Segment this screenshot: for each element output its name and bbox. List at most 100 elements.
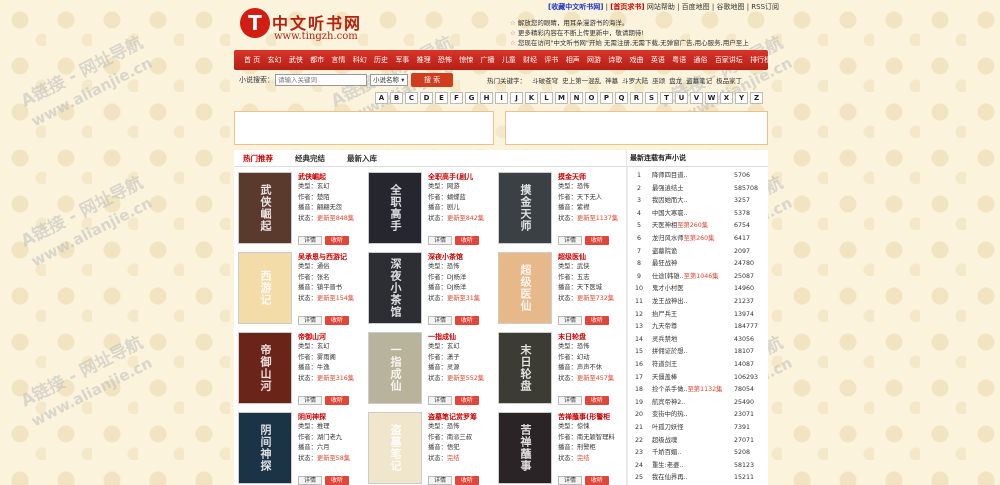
book-title-link[interactable]: 全职高手(剧儿 (428, 172, 496, 182)
rank-title-link[interactable]: 抬尸兵王 (652, 308, 732, 321)
listen-button[interactable]: 收听 (455, 396, 479, 405)
tab-classic[interactable]: 经典完结 (295, 153, 325, 164)
nav-item[interactable]: 评书 (544, 55, 558, 65)
book-title-link[interactable]: 盗墓笔记赏罗筹 (428, 412, 496, 422)
alpha-index-letter[interactable]: R (630, 92, 643, 104)
rank-title-link[interactable]: 拼佣证於想.. (652, 345, 732, 358)
nav-item[interactable]: 推理 (417, 55, 431, 65)
hot-keyword-link[interactable]: 巫颂 (652, 77, 665, 85)
nav-item[interactable]: 相声 (566, 55, 580, 65)
nav-item[interactable]: 惊悚 (459, 55, 473, 65)
rank-row[interactable]: 2 最强逍结土 585708 (627, 182, 767, 195)
detail-button[interactable]: 详情 (298, 236, 322, 245)
rank-row[interactable]: 17 天僵盖棒 106293 (627, 371, 767, 384)
rank-row[interactable]: 12 抬尸兵王 13974 (627, 308, 767, 321)
alpha-index-letter[interactable]: C (405, 92, 418, 104)
book-cover-image[interactable]: 末日轮盘 (498, 332, 552, 404)
rank-title-link[interactable]: 叶孤刀妖怪 (652, 421, 732, 434)
site-logo[interactable]: T 中文听书网 www.tingzh.com (240, 6, 380, 46)
alpha-index-letter[interactable]: E (435, 92, 448, 104)
nav-item[interactable]: 粤语 (672, 55, 686, 65)
rank-title-link[interactable]: 符道剑王 (652, 358, 732, 371)
book-cover-image[interactable]: 西游记 (238, 252, 292, 324)
rank-row[interactable]: 1 降师四目道.. 5706 (627, 169, 767, 182)
book-cover-image[interactable]: 全职高手 (368, 172, 422, 244)
rank-row[interactable]: 4 中国大寒寰.. 5378 (627, 207, 767, 220)
nav-item[interactable]: 武侠 (289, 55, 303, 65)
nav-item[interactable]: 都市 (310, 55, 324, 65)
book-title-link[interactable]: 末日轮盘 (558, 332, 626, 342)
rank-row[interactable]: 18 捡个杀手做..至第1132集 78054 (627, 383, 767, 396)
rank-title-link[interactable]: 我在仙界再.. (652, 471, 732, 484)
book-cover-image[interactable]: 一指成仙 (368, 332, 422, 404)
rank-row[interactable]: 3 我因她而大.. 3257 (627, 194, 767, 207)
book-title-link[interactable]: 武侠崛起 (298, 172, 366, 182)
nav-item[interactable]: 百家讲坛 (715, 55, 743, 65)
listen-button[interactable]: 收听 (585, 396, 609, 405)
alpha-index-letter[interactable]: I (495, 92, 508, 104)
nav-item[interactable]: 英语 (651, 55, 665, 65)
listen-button[interactable]: 收听 (325, 236, 349, 245)
alpha-index-letter[interactable]: Z (750, 92, 763, 104)
rank-title-link[interactable]: 盗墓院诡 (652, 245, 732, 258)
listen-button[interactable]: 收听 (325, 476, 349, 485)
book-title-link[interactable]: 吴承恩与西游记 (298, 252, 366, 262)
rank-row[interactable]: 5 天医神相至第260集 6754 (627, 219, 767, 232)
alpha-index-letter[interactable]: Y (735, 92, 748, 104)
detail-button[interactable]: 详情 (428, 236, 452, 245)
nav-item[interactable]: 网游 (587, 55, 601, 65)
hot-keyword-link[interactable]: 斗破苍穹 (532, 77, 558, 85)
hot-keyword-link[interactable]: 盗墓笔记 (686, 77, 712, 85)
alpha-index-letter[interactable]: F (450, 92, 463, 104)
rank-row[interactable]: 15 拼佣证於想.. 18107 (627, 345, 767, 358)
nav-item[interactable]: 军事 (395, 55, 409, 65)
rank-title-link[interactable]: 龙王战神出.. (652, 295, 732, 308)
listen-button[interactable]: 收听 (325, 316, 349, 325)
detail-button[interactable]: 详情 (558, 476, 582, 485)
alpha-index-letter[interactable]: S (645, 92, 658, 104)
book-cover-image[interactable]: 武侠崛起 (238, 172, 292, 244)
nav-item[interactable]: 恐怖 (438, 55, 452, 65)
listen-button[interactable]: 收听 (455, 476, 479, 485)
alpha-index-letter[interactable]: T (660, 92, 673, 104)
book-title-link[interactable]: 苦禅蘸事(形警柜 (558, 412, 626, 422)
rank-title-link[interactable]: 仕途[韩雄..至第1046集 (652, 270, 732, 283)
listen-button[interactable]: 收听 (455, 236, 479, 245)
alpha-index-letter[interactable]: D (420, 92, 433, 104)
detail-button[interactable]: 详情 (558, 236, 582, 245)
alpha-index-letter[interactable]: N (570, 92, 583, 104)
rank-title-link[interactable]: 变街中的热.. (652, 408, 732, 421)
detail-button[interactable]: 详情 (558, 396, 582, 405)
alpha-index-letter[interactable]: A (375, 92, 388, 104)
hot-keyword-link[interactable]: 盘龙 (669, 77, 682, 85)
listen-button[interactable]: 收听 (585, 236, 609, 245)
alpha-index-letter[interactable]: Q (615, 92, 628, 104)
nav-item[interactable]: 通俗 (693, 55, 707, 65)
detail-button[interactable]: 详情 (428, 476, 452, 485)
book-cover-image[interactable]: 阴间神探 (238, 412, 292, 484)
rank-title-link[interactable]: 最强逍结土 (652, 182, 732, 195)
rank-title-link[interactable]: 天医神相至第260集 (652, 219, 732, 232)
nav-item[interactable]: 首 页 (244, 55, 260, 65)
rank-row[interactable]: 9 仕途[韩雄..至第1046集 25087 (627, 270, 767, 283)
hot-keyword-link[interactable]: 史上第一混乱 (562, 77, 601, 85)
rank-title-link[interactable]: 鬼才小村医 (652, 282, 732, 295)
rank-row[interactable]: 22 超级战魂 27071 (627, 434, 767, 447)
detail-button[interactable]: 详情 (558, 316, 582, 325)
alpha-index-letter[interactable]: U (675, 92, 688, 104)
nav-item[interactable]: 财经 (523, 55, 537, 65)
nav-item[interactable]: 科幻 (353, 55, 367, 65)
detail-button[interactable]: 详情 (298, 476, 322, 485)
rank-title-link[interactable]: 航宾帝神2.. (652, 396, 732, 409)
rank-row[interactable]: 23 千娇百媚.. 5208 (627, 446, 767, 459)
rank-title-link[interactable]: 千娇百媚.. (652, 446, 732, 459)
detail-button[interactable]: 详情 (298, 316, 322, 325)
listen-button[interactable]: 收听 (455, 316, 479, 325)
search-button[interactable]: 搜 索 (411, 73, 453, 87)
listen-button[interactable]: 收听 (325, 396, 349, 405)
nav-item[interactable]: 戏曲 (630, 55, 644, 65)
detail-button[interactable]: 详情 (298, 396, 322, 405)
alpha-index-letter[interactable]: V (690, 92, 703, 104)
rank-row[interactable]: 11 龙王战神出.. 21237 (627, 295, 767, 308)
rank-title-link[interactable]: 降师四目道.. (652, 169, 732, 182)
